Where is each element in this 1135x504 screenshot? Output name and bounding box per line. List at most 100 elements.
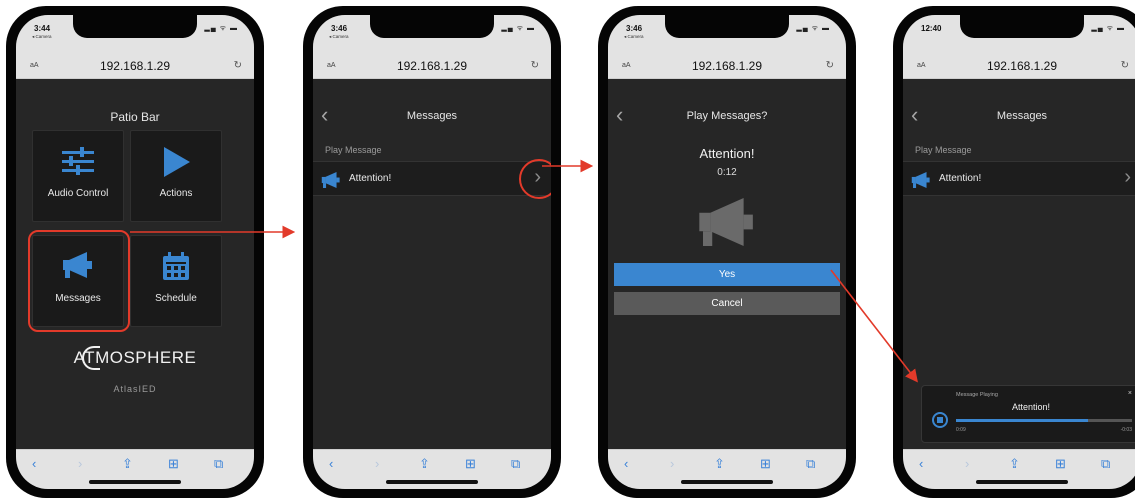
phone-notch (665, 15, 789, 38)
address-bar[interactable]: aA 192.168.1.29 ↻ (608, 55, 846, 79)
page-content: ‹ Messages Play Message Attention! › (313, 80, 551, 449)
sliders-icon (62, 147, 94, 175)
stop-icon (937, 417, 943, 423)
address-bar[interactable]: aA 192.168.1.29 ↻ (16, 55, 254, 79)
atlasied-logo: AtlasIED (113, 384, 157, 394)
megaphone-icon (321, 172, 340, 188)
back-to-camera-link[interactable]: ◂ Camera (624, 34, 644, 40)
message-label: Attention! (349, 173, 392, 184)
section-header: Play Message (915, 145, 972, 155)
home-indicator[interactable] (976, 480, 1068, 484)
phone-frame-home: 3:44 ◂ Camera ▂▄ ᯤ ▬ aA 192.168.1.29 ↻ P… (6, 6, 264, 498)
play-icon (164, 147, 190, 177)
stop-button[interactable] (932, 412, 948, 428)
status-bar: 3:44 ◂ Camera ▂▄ ᯤ ▬ (16, 15, 254, 55)
chevron-right-icon[interactable]: › (670, 456, 674, 471)
message-duration: 0:12 (717, 167, 737, 178)
home-indicator[interactable] (681, 480, 773, 484)
message-name: Attention! (699, 146, 755, 161)
tabs-icon[interactable]: ⧉ (806, 456, 815, 472)
message-row-attention[interactable]: Attention! › (903, 161, 1135, 196)
chevron-right-icon[interactable]: › (965, 456, 969, 471)
chevron-left-icon[interactable]: ‹ (624, 456, 628, 471)
messages-highlight (28, 230, 130, 332)
phone-notch (73, 15, 197, 38)
phone-screen: 3:46 ◂ Camera ▂▄ ᯤ ▬ aA 192.168.1.29 ↻ ‹… (313, 15, 551, 489)
section-header: Play Message (325, 145, 382, 155)
book-icon[interactable]: ⊞ (168, 456, 179, 472)
home-indicator[interactable] (386, 480, 478, 484)
close-icon[interactable]: × (1128, 390, 1132, 397)
reload-icon[interactable]: ↻ (826, 60, 834, 71)
audio-control-tile[interactable]: Audio Control (32, 130, 124, 222)
home-indicator[interactable] (89, 480, 181, 484)
schedule-tile[interactable]: Schedule (130, 235, 222, 327)
remaining-time: -0:03 (1120, 427, 1132, 433)
book-icon[interactable]: ⊞ (465, 456, 476, 472)
playback-progress-bar[interactable] (956, 419, 1132, 422)
back-to-camera-link[interactable]: ◂ Camera (329, 34, 349, 40)
share-icon[interactable]: ⇪ (714, 456, 725, 472)
url-text[interactable]: 192.168.1.29 (16, 59, 254, 73)
tabs-icon[interactable]: ⧉ (1101, 456, 1110, 472)
phone-screen: 3:44 ◂ Camera ▂▄ ᯤ ▬ aA 192.168.1.29 ↻ P… (16, 15, 254, 489)
message-row-attention[interactable]: Attention! › (313, 161, 551, 196)
signal-wifi-battery-icon: ▂▄ ᯤ ▬ (204, 25, 238, 32)
atmosphere-logo: ATMOSPHERE (73, 348, 197, 367)
url-text[interactable]: 192.168.1.29 (903, 59, 1135, 73)
status-bar: 3:46 ◂ Camera ▂▄ ᯤ ▬ (313, 15, 551, 55)
signal-wifi-battery-icon: ▂▄ ᯤ ▬ (501, 25, 535, 32)
share-icon[interactable]: ⇪ (1009, 456, 1020, 472)
chevron-left-icon[interactable]: ‹ (32, 456, 36, 471)
phone-notch (960, 15, 1084, 38)
share-icon[interactable]: ⇪ (419, 456, 430, 472)
yes-button[interactable]: Yes (614, 263, 840, 286)
chevron-left-icon[interactable]: ‹ (329, 456, 333, 471)
page-content: Patio Bar Audio Control Actions Messages… (16, 80, 254, 449)
share-icon[interactable]: ⇪ (122, 456, 133, 472)
phone-screen: 3:46 ◂ Camera ▂▄ ᯤ ▬ aA 192.168.1.29 ↻ ‹… (608, 15, 846, 489)
browser-toolbar: ‹ › ⇪ ⊞ ⧉ (16, 449, 254, 489)
page-content: ‹ Play Messages? Attention! 0:12 Yes Can… (608, 80, 846, 449)
signal-wifi-battery-icon: ▂▄ ᯤ ▬ (796, 25, 830, 32)
signal-wifi-battery-icon: ▂▄ ᯤ ▬ (1091, 25, 1125, 32)
reload-icon[interactable]: ↻ (531, 60, 539, 71)
tile-label: Schedule (155, 293, 197, 304)
phone-frame-messages: 3:46 ◂ Camera ▂▄ ᯤ ▬ aA 192.168.1.29 ↻ ‹… (303, 6, 561, 498)
tile-label: Audio Control (47, 188, 109, 199)
cancel-button[interactable]: Cancel (614, 292, 840, 315)
tabs-icon[interactable]: ⧉ (511, 456, 520, 472)
megaphone-icon (911, 172, 930, 188)
status-time: 12:40 (921, 24, 942, 33)
page-title: Patio Bar (110, 110, 160, 124)
tile-label: Actions (159, 188, 193, 199)
tabs-icon[interactable]: ⧉ (214, 456, 223, 472)
actions-tile[interactable]: Actions (130, 130, 222, 222)
url-text[interactable]: 192.168.1.29 (608, 59, 846, 73)
browser-toolbar: ‹ › ⇪ ⊞ ⧉ (903, 449, 1135, 489)
page-title: Messages (996, 110, 1048, 122)
chevron-right-icon[interactable]: › (375, 456, 379, 471)
megaphone-icon (699, 198, 753, 246)
reload-icon[interactable]: ↻ (1121, 60, 1129, 71)
status-time: 3:46 (626, 24, 643, 33)
player-status-label: Message Playing (956, 392, 998, 398)
page-title: Play Messages? (686, 110, 768, 122)
url-text[interactable]: 192.168.1.29 (313, 59, 551, 73)
book-icon[interactable]: ⊞ (760, 456, 771, 472)
chevron-right-icon[interactable]: › (1124, 166, 1131, 189)
book-icon[interactable]: ⊞ (1055, 456, 1066, 472)
status-bar: 3:46 ◂ Camera ▂▄ ᯤ ▬ (608, 15, 846, 55)
reload-icon[interactable]: ↻ (234, 60, 242, 71)
status-time: 3:44 (34, 24, 51, 33)
status-bar: 12:40 ▂▄ ᯤ ▬ (903, 15, 1135, 55)
browser-toolbar: ‹ › ⇪ ⊞ ⧉ (608, 449, 846, 489)
back-to-camera-link[interactable]: ◂ Camera (32, 34, 52, 40)
address-bar[interactable]: aA 192.168.1.29 ↻ (313, 55, 551, 79)
chevron-right-icon[interactable]: › (78, 456, 82, 471)
playback-progress-fill (956, 419, 1088, 422)
elapsed-time: 0:09 (956, 427, 966, 433)
chevron-left-icon[interactable]: ‹ (919, 456, 923, 471)
phone-screen: 12:40 ▂▄ ᯤ ▬ aA 192.168.1.29 ↻ ‹ Message… (903, 15, 1135, 489)
address-bar[interactable]: aA 192.168.1.29 ↻ (903, 55, 1135, 79)
